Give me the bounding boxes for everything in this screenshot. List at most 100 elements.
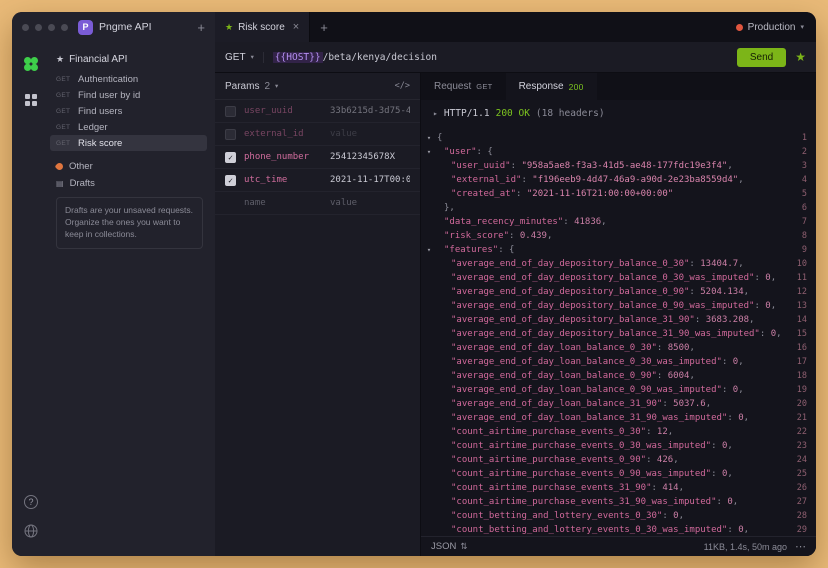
param-value-input[interactable]: value	[330, 198, 410, 208]
sidebar-item-find-user-by-id[interactable]: GETFind user by id	[50, 87, 207, 103]
tab-title: Risk score	[238, 22, 285, 33]
window-control-dot[interactable]	[22, 24, 29, 31]
line-number: 24	[788, 455, 816, 465]
method-label: GET	[225, 52, 246, 63]
help-icon[interactable]: ?	[24, 495, 38, 509]
param-value-input[interactable]: value	[330, 129, 410, 139]
new-request-button[interactable]: +	[197, 20, 205, 35]
collapse-arrow-icon[interactable]: ▸	[433, 109, 438, 118]
code-line: "average_end_of_day_loan_balance_31_90":…	[421, 397, 816, 411]
code-text: "average_end_of_day_loan_balance_0_90": …	[437, 371, 788, 381]
fold-arrow-icon[interactable]: ▾	[421, 148, 437, 156]
request-label: Risk score	[78, 138, 122, 149]
line-number: 14	[788, 315, 816, 325]
environment-selector[interactable]: Production ▾	[736, 22, 804, 33]
window-control-dot[interactable]	[48, 24, 55, 31]
code-text: "count_betting_and_lottery_events_0_30":…	[437, 511, 788, 521]
drafts-help-text: Drafts are your unsaved requests. Organi…	[56, 197, 203, 249]
sidebar-item-other[interactable]: Other	[50, 158, 207, 175]
line-number: 28	[788, 511, 816, 521]
response-status-line[interactable]: ▸ HTTP/1.1 200 OK (18 headers)	[421, 100, 816, 126]
send-button[interactable]: Send	[737, 48, 786, 67]
param-key-input[interactable]: external_id	[244, 129, 322, 139]
fold-arrow-icon[interactable]: ▾	[421, 246, 437, 254]
response-format-selector[interactable]: JSON ⇅	[431, 541, 467, 552]
code-line: "average_end_of_day_depository_balance_0…	[421, 299, 816, 313]
param-enabled-checkbox[interactable]: ✓	[225, 152, 236, 163]
param-value-input[interactable]: 33b6215d-3d75-4271…	[330, 106, 410, 116]
sidebar-item-find-users[interactable]: GETFind users	[50, 103, 207, 119]
sidebar-item-authentication[interactable]: GETAuthentication	[50, 71, 207, 87]
code-text: "external_id": "f196eeb9-4d47-46a9-a90d-…	[437, 175, 788, 185]
window-control-dot[interactable]	[35, 24, 42, 31]
collections-grid-icon[interactable]	[24, 93, 38, 112]
window-controls[interactable]	[22, 24, 68, 31]
param-enabled-checkbox[interactable]	[225, 129, 236, 140]
line-number: 26	[788, 483, 816, 493]
param-enabled-checkbox[interactable]: ✓	[225, 175, 236, 186]
host-variable-tag[interactable]: {{HOST}}	[273, 52, 323, 63]
request-label: Ledger	[78, 122, 108, 133]
method-label: GET	[56, 108, 73, 115]
param-value-input[interactable]: 25412345678X	[330, 152, 410, 162]
url-path: /beta/kenya/decision	[323, 52, 437, 63]
status-code: 200 OK	[496, 108, 530, 119]
titlebar: P Pngme API + ★ Risk score × + Productio…	[12, 12, 816, 42]
code-line: ▾{1	[421, 131, 816, 145]
code-view-icon[interactable]: </>	[395, 81, 410, 91]
fold-arrow-icon[interactable]: ▾	[421, 134, 437, 142]
param-key-input[interactable]: name	[244, 198, 322, 208]
param-value-input[interactable]: 2021-11-17T00:00:00	[330, 175, 410, 185]
line-number: 21	[788, 413, 816, 423]
close-icon[interactable]: ×	[293, 21, 299, 33]
new-tab-button[interactable]: +	[320, 20, 328, 35]
line-number: 15	[788, 329, 816, 339]
workspace-title: Pngme API	[99, 21, 152, 33]
code-line: "average_end_of_day_depository_balance_0…	[421, 257, 816, 271]
code-text: "average_end_of_day_loan_balance_31_90":…	[437, 399, 788, 409]
line-number: 3	[788, 161, 816, 171]
code-text: "count_betting_and_lottery_events_0_30_w…	[437, 525, 788, 535]
method-selector[interactable]: GET ▾	[225, 52, 264, 63]
tab-response[interactable]: Response 200	[506, 73, 597, 100]
line-number: 4	[788, 175, 816, 185]
line-number: 29	[788, 525, 816, 535]
code-text: "average_end_of_day_loan_balance_0_30_wa…	[437, 357, 788, 367]
code-text: "average_end_of_day_loan_balance_0_30": …	[437, 343, 788, 353]
code-text: },	[437, 203, 788, 213]
globe-icon[interactable]	[23, 523, 39, 544]
code-line: "data_recency_minutes": 41836,7	[421, 215, 816, 229]
method-label: GET	[56, 140, 73, 147]
param-key-input[interactable]: phone_number	[244, 152, 322, 162]
param-enabled-checkbox[interactable]	[225, 106, 236, 117]
sidebar: ? ★ Financial API GETAuthenticati	[12, 42, 215, 556]
method-label: GET	[56, 76, 73, 83]
line-number: 25	[788, 469, 816, 479]
param-row: name value	[215, 192, 420, 215]
app-window: P Pngme API + ★ Risk score × + Productio…	[12, 12, 816, 556]
param-key-input[interactable]: utc_time	[244, 175, 322, 185]
sidebar-item-ledger[interactable]: GETLedger	[50, 119, 207, 135]
param-key-input[interactable]: user_uuid	[244, 106, 322, 116]
url-input[interactable]: {{HOST}}/beta/kenya/decision	[273, 52, 728, 63]
tab-risk-score[interactable]: ★ Risk score ×	[215, 12, 310, 42]
drafts-icon: ▤	[56, 179, 64, 188]
window-control-dot[interactable]	[61, 24, 68, 31]
sidebar-item-risk-score[interactable]: GET Risk score	[50, 135, 207, 151]
protocol-label: HTTP/1.1	[444, 108, 490, 119]
params-dropdown[interactable]: Params 2 ▾	[225, 81, 278, 92]
sidebar-item-drafts[interactable]: ▤ Drafts	[50, 175, 207, 192]
line-number: 19	[788, 385, 816, 395]
pngme-logo[interactable]	[21, 54, 41, 79]
tab-request[interactable]: Request GET	[421, 73, 506, 100]
code-text: "user_uuid": "958a5ae8-f3a3-41d5-ae48-17…	[437, 161, 788, 171]
code-text: "risk_score": 0.439,	[437, 231, 788, 241]
titlebar-left: P Pngme API +	[12, 12, 215, 42]
param-row: ✓ utc_time 2021-11-17T00:00:00	[215, 169, 420, 192]
favorite-button[interactable]: ★	[795, 50, 806, 64]
collection-financial-api[interactable]: ★ Financial API	[50, 50, 207, 71]
request-label: Find user by id	[78, 90, 140, 101]
more-menu-icon[interactable]: ⋯	[795, 540, 806, 553]
code-text: "count_airtime_purchase_events_0_90_was_…	[437, 469, 788, 479]
code-text: "count_airtime_purchase_events_0_30": 12…	[437, 427, 788, 437]
